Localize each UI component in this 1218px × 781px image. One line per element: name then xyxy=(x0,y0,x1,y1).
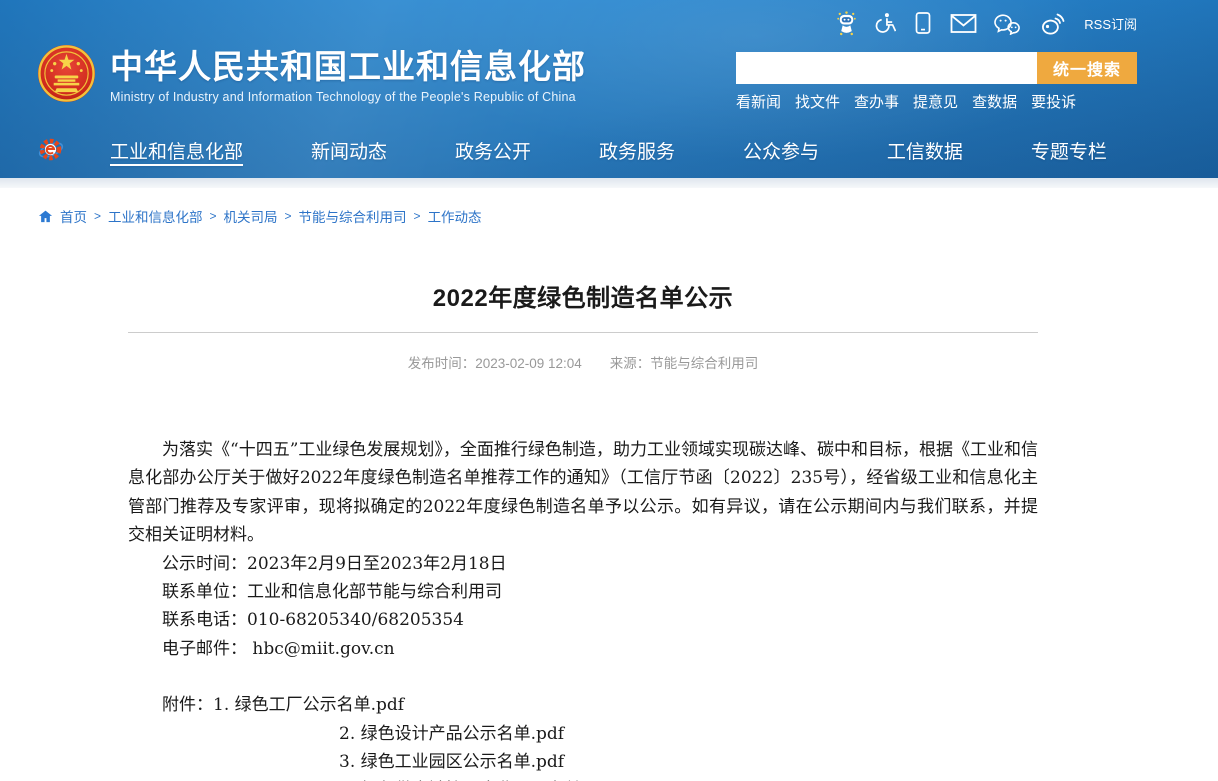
quick-link-documents[interactable]: 找文件 xyxy=(795,91,840,112)
source-value: 节能与综合利用司 xyxy=(650,356,758,371)
search-input[interactable] xyxy=(736,52,1037,84)
source-label: 来源： xyxy=(610,356,651,371)
mobile-icon[interactable] xyxy=(913,11,933,35)
publish-time-label: 发布时间： xyxy=(408,356,476,371)
site-title: 中华人民共和国工业和信息化部 xyxy=(110,49,586,85)
article-title: 2022年度绿色制造名单公示 xyxy=(128,278,1038,313)
nav-item-news[interactable]: 新闻动态 xyxy=(311,137,387,164)
attachments: 附件：1. 绿色工厂公示名单.pdf 2. 绿色设计产品公示名单.pdf 3. … xyxy=(128,691,1038,781)
nav-item-gov-disclosure[interactable]: 政务公开 xyxy=(455,137,531,164)
accessibility-icon[interactable] xyxy=(875,12,896,35)
contact-phone-line: 联系电话：010-68205340/68205354 xyxy=(128,606,1038,634)
breadcrumb-departments[interactable]: 机关司局 xyxy=(224,206,278,226)
contact-unit-line: 联系单位：工业和信息化部节能与综合利用司 xyxy=(128,578,1038,606)
breadcrumb-work-updates[interactable]: 工作动态 xyxy=(428,206,482,226)
quick-link-services[interactable]: 查办事 xyxy=(854,91,899,112)
nav-item-topics[interactable]: 专题专栏 xyxy=(1031,137,1107,164)
article-body: 为落实《“十四五”工业绿色发展规划》，全面推行绿色制造，助力工业领域实现碳达峰、… xyxy=(128,436,1038,781)
main-nav: 工业和信息化部 新闻动态 政务公开 政务服务 公众参与 工信数据 专题专栏 xyxy=(0,135,1218,165)
home-icon[interactable] xyxy=(38,209,53,224)
contact-email-line: 电子邮件： hbc@miit.gov.cn xyxy=(128,635,1038,663)
article: 2022年度绿色制造名单公示 发布时间：2023-02-09 12:04 来源：节… xyxy=(128,278,1038,781)
intro-paragraph: 为落实《“十四五”工业绿色发展规划》，全面推行绿色制造，助力工业领域实现碳达峰、… xyxy=(128,436,1038,550)
quick-link-complaint[interactable]: 要投诉 xyxy=(1031,91,1076,112)
attachment-green-industrial-parks[interactable]: 3. 绿色工业园区公示名单.pdf xyxy=(339,752,564,772)
wechat-icon[interactable] xyxy=(994,12,1020,35)
quick-link-feedback[interactable]: 提意见 xyxy=(913,91,958,112)
nav-item-gov-services[interactable]: 政务服务 xyxy=(599,137,675,164)
publish-time: 2023-02-09 12:04 xyxy=(475,356,582,371)
quick-links-row: 看新闻 找文件 查办事 提意见 查数据 要投诉 xyxy=(736,91,1137,112)
nav-item-miit[interactable]: 工业和信息化部 xyxy=(110,137,243,164)
weibo-icon[interactable] xyxy=(1037,12,1065,35)
attachment-green-factory[interactable]: 1. 绿色工厂公示名单.pdf xyxy=(213,695,404,715)
rss-subscribe-link[interactable]: RSS订阅 xyxy=(1084,14,1137,33)
breadcrumb-energy-dept[interactable]: 节能与综合利用司 xyxy=(299,206,407,226)
mail-icon[interactable] xyxy=(950,13,977,34)
unified-search: 统一搜索 xyxy=(736,52,1137,84)
title-divider xyxy=(128,332,1038,333)
breadcrumb-home[interactable]: 首页 xyxy=(60,206,87,226)
miit-e-logo-icon xyxy=(38,136,64,163)
nav-item-participation[interactable]: 公众参与 xyxy=(743,137,819,164)
utility-icons-row: RSS订阅 xyxy=(736,10,1137,36)
attachment-green-design-products[interactable]: 2. 绿色设计产品公示名单.pdf xyxy=(339,724,564,744)
site-title-en: Ministry of Industry and Information Tec… xyxy=(110,90,586,104)
quick-link-data[interactable]: 查数据 xyxy=(972,91,1017,112)
breadcrumb: 首页 > 工业和信息化部 > 机关司局 > 节能与综合利用司 > 工作动态 xyxy=(38,206,1218,226)
site-header: 中华人民共和国工业和信息化部 Ministry of Industry and … xyxy=(0,0,1218,178)
quick-link-news[interactable]: 看新闻 xyxy=(736,91,781,112)
mascot-robot-icon[interactable] xyxy=(835,11,858,36)
national-emblem-icon xyxy=(37,44,96,103)
publicity-period-line: 公示时间：2023年2月9日至2023年2月18日 xyxy=(128,550,1038,578)
breadcrumb-miit[interactable]: 工业和信息化部 xyxy=(108,206,203,226)
article-meta: 发布时间：2023-02-09 12:04 来源：节能与综合利用司 xyxy=(128,352,1038,372)
search-button[interactable]: 统一搜索 xyxy=(1037,52,1137,84)
nav-item-data[interactable]: 工信数据 xyxy=(887,137,963,164)
header-bottom-divider xyxy=(0,178,1218,188)
attachments-label: 附件： xyxy=(162,695,213,715)
